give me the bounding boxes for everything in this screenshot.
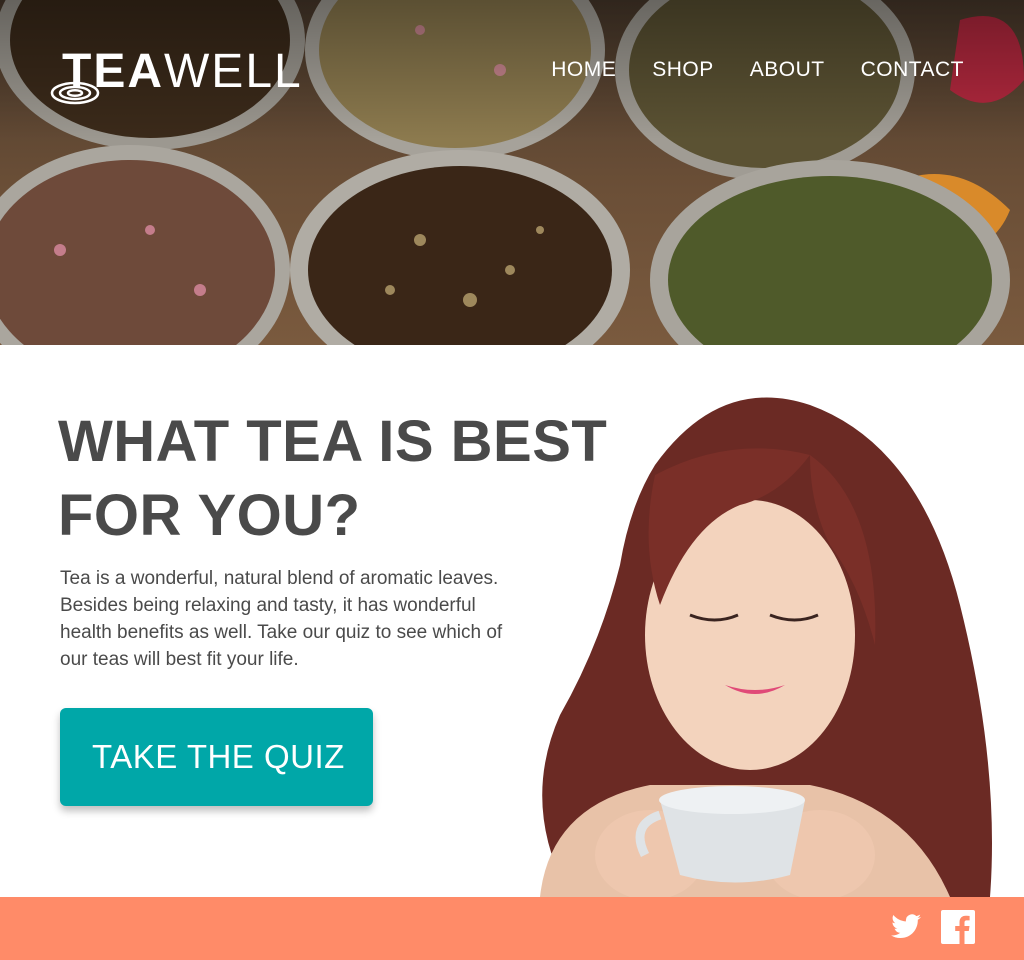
logo-wordmark: TEAWELL [62,48,303,96]
hero-banner: TEAWELL HOME SHOP ABOUT CONTACT [0,0,1024,345]
intro-paragraph: Tea is a wonderful, natural blend of aro… [60,568,503,670]
woman-with-tea-cup-image [540,397,992,897]
nav-contact[interactable]: CONTACT [861,58,964,82]
logo-light: WELL [164,45,303,98]
main-section: WHAT TEA IS BEST FOR YOU? Tea is a wonde… [0,345,1024,897]
nav-shop[interactable]: SHOP [652,58,714,82]
take-quiz-button[interactable]: TAKE THE QUIZ [60,708,373,806]
main-nav: HOME SHOP ABOUT CONTACT [551,58,964,82]
footer-bar [0,897,1024,960]
logo-bold: TEA [62,45,164,98]
twitter-icon[interactable] [888,909,924,945]
nav-home[interactable]: HOME [551,58,616,82]
nav-about[interactable]: ABOUT [750,58,825,82]
facebook-icon[interactable] [940,909,976,945]
social-links [888,909,976,945]
teawell-logo[interactable]: TEAWELL [50,48,310,105]
